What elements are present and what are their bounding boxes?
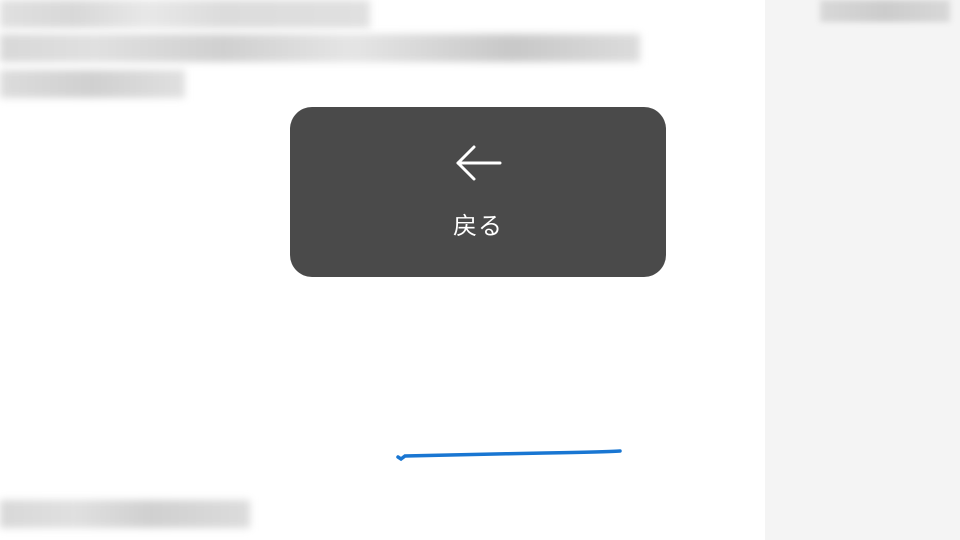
back-navigation-toast[interactable]: 戻る: [290, 107, 666, 277]
arrow-left-icon: [454, 144, 502, 182]
right-sidebar: [765, 0, 960, 540]
column-divider: [758, 0, 765, 540]
main-content-area: 戻る: [0, 0, 758, 540]
blurred-text-line: [0, 70, 185, 98]
blurred-text-line: [0, 500, 250, 528]
annotation-underline: [395, 448, 625, 462]
blurred-text-line: [0, 0, 370, 28]
back-label: 戻る: [453, 206, 503, 241]
blurred-text-line: [0, 34, 640, 62]
blurred-text-line: [820, 0, 950, 22]
